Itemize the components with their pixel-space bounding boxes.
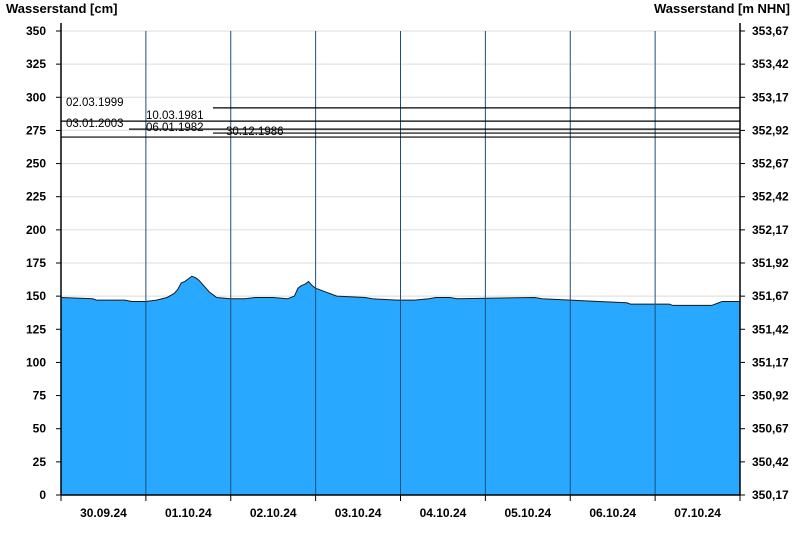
right-axis-title: Wasserstand [m NHN]	[654, 1, 790, 16]
right-tick-label: 352,67	[752, 157, 789, 171]
right-tick-label: 351,67	[752, 289, 789, 303]
right-tick-label: 352,92	[752, 123, 789, 137]
left-tick-label: 150	[26, 289, 46, 303]
right-tick-label: 351,17	[752, 355, 789, 369]
flood-level-label: 03.01.2003	[66, 118, 124, 130]
flood-level-label: 02.03.1999	[66, 97, 124, 109]
right-tick-label: 353,67	[752, 24, 789, 38]
left-tick-label: 200	[26, 223, 46, 237]
flood-level-label: 30.12.1986	[226, 126, 284, 138]
x-tick-label: 30.09.24	[80, 506, 127, 520]
left-tick-label: 225	[26, 190, 46, 204]
left-tick-label: 250	[26, 157, 46, 171]
x-tick-label: 07.10.24	[674, 506, 721, 520]
right-tick-label: 350,17	[752, 488, 789, 502]
x-tick-label: 02.10.24	[250, 506, 297, 520]
x-tick-label: 04.10.24	[420, 506, 467, 520]
right-tick-label: 351,42	[752, 322, 789, 336]
left-tick-label: 125	[26, 322, 46, 336]
x-tick-label: 06.10.24	[589, 506, 636, 520]
right-tick-label: 351,92	[752, 256, 789, 270]
left-tick-label: 300	[26, 90, 46, 104]
right-tick-label: 352,17	[752, 223, 789, 237]
flood-level-label: 10.03.1981	[146, 110, 204, 122]
right-tick-label: 352,42	[752, 190, 789, 204]
left-tick-label: 175	[26, 256, 46, 270]
right-tick-label: 353,17	[752, 90, 789, 104]
left-tick-label: 0	[39, 488, 46, 502]
left-tick-label: 100	[26, 355, 46, 369]
x-tick-label: 05.10.24	[504, 506, 551, 520]
left-tick-label: 75	[33, 389, 47, 403]
right-tick-label: 350,92	[752, 389, 789, 403]
right-tick-label: 350,67	[752, 422, 789, 436]
left-tick-label: 350	[26, 24, 46, 38]
x-tick-label: 03.10.24	[335, 506, 382, 520]
x-tick-label: 01.10.24	[165, 506, 212, 520]
left-tick-label: 325	[26, 57, 46, 71]
left-tick-label: 275	[26, 123, 46, 137]
water-level-chart: 02.03.1999 10.03.1981 03.01.2003 06.01.1982…	[0, 0, 800, 550]
left-tick-label: 25	[33, 455, 47, 469]
left-axis-title: Wasserstand [cm]	[6, 1, 118, 16]
left-tick-label: 50	[33, 422, 47, 436]
right-tick-label: 350,42	[752, 455, 789, 469]
flood-level-label: 06.01.1982	[146, 122, 204, 134]
right-tick-label: 353,42	[752, 57, 789, 71]
